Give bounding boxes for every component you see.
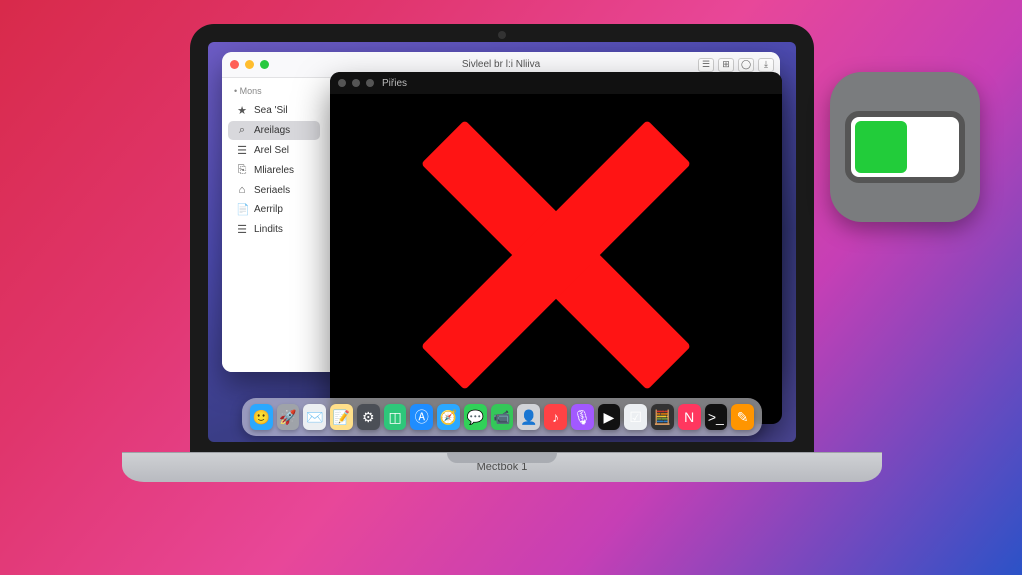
laptop-frame: Sivleel br l:i Nliiva ☰ ⊞ ◯ ⤓ • Mons ★ Se… <box>190 24 814 490</box>
maximize-icon[interactable] <box>366 79 374 87</box>
desktop: Sivleel br l:i Nliiva ☰ ⊞ ◯ ⤓ • Mons ★ Se… <box>208 42 796 442</box>
sidebar-item-label: Mliareles <box>254 165 294 176</box>
sidebar-item-icon: ⌕ <box>236 124 248 137</box>
appstore-icon[interactable]: Ⓐ <box>410 404 433 430</box>
sidebar-item-icon: ⎘ <box>236 164 248 177</box>
contacts-icon[interactable]: 👤 <box>517 404 540 430</box>
sidebar-item[interactable]: ☰ Arel Sel <box>228 141 320 160</box>
window-title: Sivleel br l:i Nliiva <box>222 59 780 70</box>
sidebar-item-label: Sea 'Sil <box>254 105 288 116</box>
sidebar-item[interactable]: 📄 Aerrilp <box>228 200 320 219</box>
camera-dot <box>498 31 506 39</box>
safari-icon[interactable]: 🧭 <box>437 404 460 430</box>
sidebar-item[interactable]: ⌂ Seriaels <box>228 181 320 199</box>
toolbar-action[interactable]: ⤓ <box>758 58 774 72</box>
reminders-icon[interactable]: ☑ <box>624 404 647 430</box>
laptop-base: Mectbok 1 <box>122 452 882 482</box>
toolbar-view-list[interactable]: ☰ <box>698 58 714 72</box>
minimize-icon[interactable] <box>352 79 360 87</box>
error-x-icon <box>416 115 696 395</box>
tv-icon[interactable]: ▶ <box>598 404 621 430</box>
sidebar-item-icon: ★ <box>236 104 248 117</box>
sidebar-item-icon: ☰ <box>236 223 248 236</box>
toolbar-view-grid[interactable]: ⊞ <box>718 58 734 72</box>
sidebar-item-icon: ☰ <box>236 144 248 157</box>
sidebar-item[interactable]: ⎘ Mliareles <box>228 161 320 180</box>
messages-icon[interactable]: 💬 <box>464 404 487 430</box>
close-icon[interactable] <box>230 60 239 69</box>
battery-app-badge <box>830 72 980 222</box>
podcasts-icon[interactable]: 🎙 <box>571 404 594 430</box>
sidebar-item[interactable]: ☰ Lindits <box>228 220 320 239</box>
mail-icon[interactable]: ✉️ <box>303 404 326 430</box>
finder-sidebar: • Mons ★ Sea 'Sil ⌕ Areilags ☰ Arel Sel ⎘ Mliar… <box>222 78 326 372</box>
laptop-label: Mectbok 1 <box>477 461 528 473</box>
dark-title: Piřies <box>382 78 407 89</box>
minimize-icon[interactable] <box>245 60 254 69</box>
dark-titlebar[interactable]: Piřies <box>330 72 782 94</box>
screen-bezel: Sivleel br l:i Nliiva ☰ ⊞ ◯ ⤓ • Mons ★ Se… <box>190 24 814 452</box>
launchpad-icon[interactable]: 🚀 <box>277 404 300 430</box>
maximize-icon[interactable] <box>260 60 269 69</box>
battery-icon <box>845 111 965 183</box>
sidebar-item-label: Seriaels <box>254 185 290 196</box>
sidebar-item[interactable]: ★ Sea 'Sil <box>228 101 320 120</box>
sidebar-item-icon: 📄 <box>236 203 248 216</box>
toolbar-tag[interactable]: ◯ <box>738 58 754 72</box>
sidebar-item[interactable]: ⌕ Areilags <box>228 121 320 140</box>
sidebar-item-label: Aerrilp <box>254 204 283 215</box>
blocked-window[interactable]: Piřies <box>330 72 782 424</box>
terminal-icon[interactable]: >_ <box>705 404 728 430</box>
window-controls[interactable] <box>230 60 269 69</box>
sidebar-item-label: Lindits <box>254 224 283 235</box>
battery-level <box>855 121 907 173</box>
close-icon[interactable] <box>338 79 346 87</box>
settings-icon[interactable]: ⚙︎ <box>357 404 380 430</box>
news-icon[interactable]: N <box>678 404 701 430</box>
sidebar-item-label: Areilags <box>254 125 290 136</box>
music-icon[interactable]: ♪ <box>544 404 567 430</box>
sidebar-item-label: Arel Sel <box>254 145 289 156</box>
sidebar-item-icon: ⌂ <box>236 184 248 196</box>
widgets-icon[interactable]: ◫ <box>384 404 407 430</box>
dock[interactable]: 🙂🚀✉️📝⚙︎◫Ⓐ🧭💬📹👤♪🎙▶☑🧮N>_✎ <box>242 398 762 436</box>
facetime-icon[interactable]: 📹 <box>491 404 514 430</box>
calculator-icon[interactable]: 🧮 <box>651 404 674 430</box>
sidebar-heading: • Mons <box>226 84 322 100</box>
pages-icon[interactable]: ✎ <box>731 404 754 430</box>
notes-icon[interactable]: 📝 <box>330 404 353 430</box>
finder-icon[interactable]: 🙂 <box>250 404 273 430</box>
